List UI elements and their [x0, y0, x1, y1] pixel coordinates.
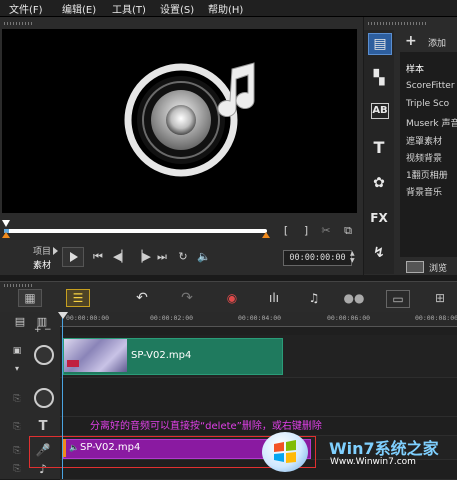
storyboard-view-icon[interactable]: ▦ [18, 289, 42, 307]
menu-tools[interactable]: 工具(T) [112, 1, 146, 16]
prev-frame-icon[interactable]: ◀▏ [113, 250, 130, 264]
split-icon[interactable]: ✂ [319, 224, 333, 238]
library-item[interactable]: Triple Sco [406, 99, 449, 109]
browse-label[interactable]: 浏览 [429, 261, 447, 274]
ruler-tick-label: 00:00:08:00 [415, 314, 457, 322]
windows-logo [262, 432, 308, 472]
library-item[interactable]: ScoreFitter [406, 81, 455, 91]
mark-out-marker[interactable] [262, 232, 270, 238]
watermark-brand: Win7系统之家 [329, 439, 439, 458]
auto-music-icon[interactable]: ♫ [303, 290, 325, 306]
mode-arrow-icon [53, 247, 58, 255]
library-item[interactable]: 遮罩素材 [406, 134, 442, 147]
zoom-out-icon[interactable]: − [44, 325, 52, 335]
menu-bar: 文件(F) 编辑(E) 工具(T) 设置(S) 帮助(H) [0, 0, 457, 17]
volume-icon[interactable]: 🔈 [197, 250, 211, 264]
ruler-tick-label: 00:00:04:00 [238, 314, 282, 322]
video-track-toggle-icon[interactable]: ▣ [7, 346, 27, 356]
transition-icon[interactable]: ▚ [368, 68, 390, 88]
project-mode-label[interactable]: 项目 [33, 244, 51, 257]
scrub-bar[interactable] [4, 229, 267, 233]
mark-in-icon[interactable]: [ [280, 224, 292, 238]
zoom-in-icon[interactable]: + [34, 325, 42, 335]
repeat-icon[interactable]: ↻ [176, 250, 190, 264]
fx-icon[interactable]: FX [368, 208, 390, 228]
mark-in-marker[interactable] [2, 232, 10, 238]
voice-track-toggle-icon[interactable]: ⎘ [7, 446, 27, 456]
collapse-icon[interactable]: ▾ [7, 364, 27, 373]
menu-settings[interactable]: 设置(S) [160, 1, 194, 16]
annotation-text: 分离好的音频可以直接按“delete”删除，或右键删除 [90, 421, 322, 432]
add-icon[interactable]: + [405, 33, 417, 49]
library-item[interactable]: 1翻页相册 [406, 168, 448, 181]
motion-track-icon[interactable]: ●● [343, 290, 365, 306]
clip-audio-badge-icon [67, 360, 79, 367]
library-folder-list: 样本 ScoreFitter Triple Sco Muserk 声音 遮罩素材… [400, 52, 457, 257]
multi-track-icon[interactable]: ⊞ [429, 290, 451, 306]
menu-help[interactable]: 帮助(H) [208, 1, 243, 16]
overlay-track[interactable] [60, 378, 457, 417]
clip-mode-label[interactable]: 素材 [33, 258, 51, 271]
ruler-tick-label: 00:00:00:00 [66, 314, 110, 322]
library-item[interactable]: Muserk 声音 [406, 116, 457, 129]
title-track-toggle-icon[interactable]: ⎘ [7, 422, 27, 432]
windows-flag-icon [274, 440, 296, 463]
video-clip-thumbnail [64, 339, 127, 372]
end-icon[interactable]: ⏭ [155, 250, 169, 264]
title-track-icon: T [38, 419, 48, 434]
track-manager-icon[interactable]: ▤ [10, 315, 30, 328]
browse-icon[interactable] [406, 261, 424, 273]
undo-icon[interactable]: ↶ [131, 290, 153, 306]
play-button[interactable] [62, 247, 84, 267]
add-label[interactable]: 添加 [428, 36, 446, 49]
menu-file[interactable]: 文件(F) [9, 1, 43, 16]
timeline-view-icon[interactable]: ☰ [66, 289, 90, 307]
panel-grip[interactable] [4, 22, 34, 25]
next-frame-icon[interactable]: ▕▶ [134, 250, 151, 264]
audio-mixer-icon[interactable]: ılı [263, 290, 285, 306]
scrub-handle[interactable] [2, 220, 10, 227]
play-icon [70, 252, 78, 262]
subtitle-icon[interactable]: ▭ [386, 290, 410, 308]
lock-icon[interactable]: ⎘ [7, 394, 27, 404]
music-track-toggle-icon[interactable]: ⎘ [7, 464, 27, 474]
library-item[interactable]: 样本 [406, 62, 424, 75]
timecode-stepper[interactable]: ▲ ▼ [350, 250, 356, 264]
text-icon[interactable]: T [368, 138, 390, 158]
enlarge-icon[interactable]: ⧉ [341, 224, 355, 238]
path-icon[interactable]: ↯ [368, 243, 390, 263]
video-clip-label: SP-V02.mp4 [131, 350, 192, 361]
playhead[interactable] [62, 312, 63, 479]
mark-out-icon[interactable]: ] [300, 224, 312, 238]
menu-edit[interactable]: 编辑(E) [62, 1, 96, 16]
preview-screen [2, 29, 357, 213]
redo-icon[interactable]: ↷ [176, 290, 198, 306]
music-speaker-icon [124, 62, 255, 177]
overlay-track-icon [34, 388, 54, 408]
library-grip[interactable] [368, 22, 428, 25]
video-track-icon [34, 345, 54, 365]
timeline-grip[interactable] [4, 284, 34, 287]
library-item[interactable]: 背景音乐 [406, 185, 442, 198]
timecode-display[interactable]: 00:00:00:00 [283, 250, 352, 266]
title-icon[interactable]: AB [371, 103, 389, 119]
record-icon[interactable]: ◉ [221, 290, 243, 306]
home-icon[interactable]: ⏮ [91, 250, 105, 264]
library-item[interactable]: 视频背景 [406, 151, 442, 164]
media-icon[interactable]: ▤ [368, 33, 392, 55]
ruler-tick-label: 00:00:06:00 [327, 314, 371, 322]
ruler-tick-label: 00:00:02:00 [150, 314, 194, 322]
playhead-handle[interactable] [58, 312, 68, 319]
watermark-url: Www.Winwin7.com [330, 457, 416, 467]
graphics-icon[interactable]: ✿ [368, 173, 390, 193]
